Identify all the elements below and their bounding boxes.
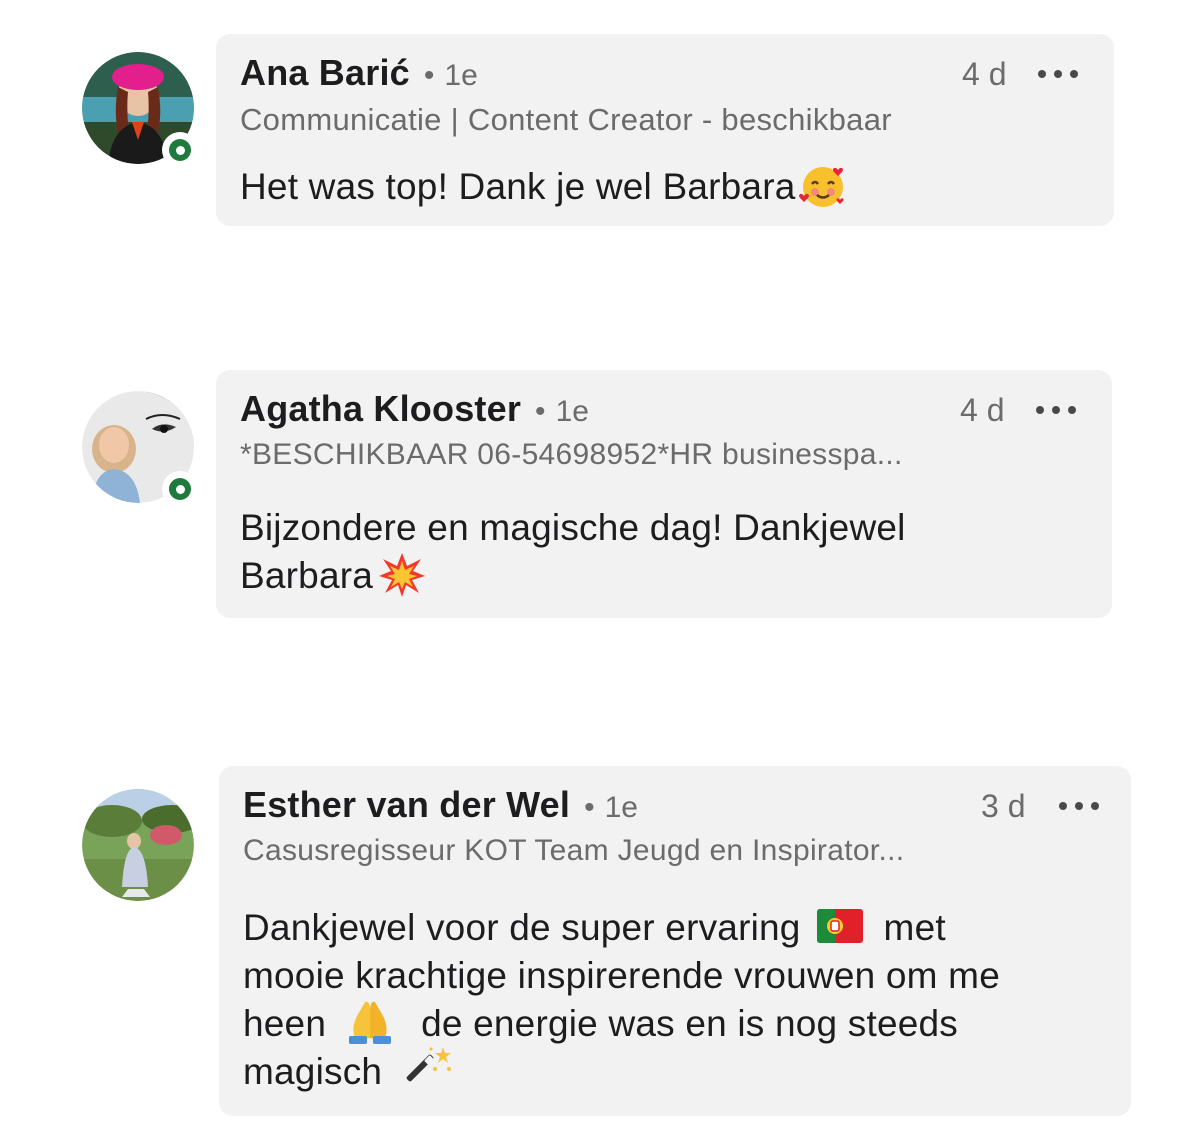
degree-value: 1e <box>604 791 638 824</box>
more-options-button[interactable] <box>1059 796 1099 816</box>
dot-icon <box>1052 406 1060 414</box>
connection-degree: • 1e <box>584 791 638 825</box>
comment-bubble: Esther van der Wel • 1e 3 d Casusregisseu… <box>219 766 1131 1116</box>
online-status-icon <box>162 471 198 507</box>
comment-text-line: Barbara <box>240 555 374 596</box>
avatar-photo-icon <box>82 789 194 901</box>
dot-icon <box>1054 70 1062 78</box>
comment-text-line-wrap: Dankjewel voor de super ervaring met <box>243 904 1000 952</box>
degree-value: 1e <box>444 59 478 92</box>
more-options-button[interactable] <box>1036 400 1076 420</box>
comment-time: 4 d <box>960 392 1005 428</box>
avatar[interactable] <box>82 391 198 507</box>
online-status-icon <box>162 132 198 168</box>
degree-separator: • <box>535 395 546 428</box>
comment-text-line: Dankjewel voor de super ervaring <box>243 907 801 948</box>
comment-bubble: Agatha Klooster • 1e 4 d *BESCHIKBAAR 06-… <box>216 370 1112 618</box>
degree-separator: • <box>423 59 435 92</box>
smiling-face-with-hearts-icon <box>798 167 844 208</box>
comment-text: Dankjewel voor de super ervaring met moo… <box>243 904 1000 1096</box>
comment-text-line: magisch <box>243 1051 383 1092</box>
dot-icon <box>1068 406 1076 414</box>
folded-hands-icon <box>348 1001 391 1045</box>
portugal-flag-icon <box>817 909 864 944</box>
avatar[interactable] <box>82 52 198 168</box>
connection-degree: • 1e <box>535 395 589 429</box>
comment-text-line-wrap: magisch <box>243 1047 1000 1096</box>
dot-icon <box>1091 802 1099 810</box>
author-headline: Communicatie | Content Creator - beschik… <box>240 102 892 137</box>
comment-text-line: met <box>883 907 946 948</box>
dot-icon <box>1075 802 1083 810</box>
more-options-button[interactable] <box>1038 64 1078 84</box>
dot-icon <box>1070 70 1078 78</box>
author-name[interactable]: Esther van der Wel <box>243 784 570 826</box>
comment-text-line: Het was top! Dank je wel Barbara <box>240 166 796 207</box>
dot-icon <box>1038 70 1046 78</box>
comment-bubble: Ana Barić • 1e 4 d Communicatie | Content… <box>216 34 1114 226</box>
author-headline: Casusregisseur KOT Team Jeugd en Inspira… <box>243 834 905 867</box>
degree-value: 1e <box>555 395 589 428</box>
comment-text-line: mooie krachtige inspirerende vrouwen om … <box>243 955 1000 996</box>
comment-text: Het was top! Dank je wel Barbara <box>240 163 848 211</box>
author-name[interactable]: Ana Barić <box>240 52 410 94</box>
collision-icon <box>379 553 426 598</box>
dot-icon <box>1059 802 1067 810</box>
comment-time: 4 d <box>962 56 1007 92</box>
comment-text-line: Bijzondere en magische dag! Dankjewel <box>240 507 906 548</box>
comment-text: Bijzondere en magische dag! Dankjewel Ba… <box>240 504 906 600</box>
dot-icon <box>1036 406 1044 414</box>
comment-text-line-wrap: Barbara <box>240 552 906 600</box>
degree-separator: • <box>584 791 595 824</box>
author-name[interactable]: Agatha Klooster <box>240 388 521 430</box>
avatar[interactable] <box>82 789 194 901</box>
author-headline: *BESCHIKBAAR 06-54698952*HR businesspa..… <box>240 438 903 471</box>
comment-text-line-wrap: heen de energie was en is nog steeds <box>243 1000 1000 1048</box>
comment-text-line: heen <box>243 1003 327 1044</box>
comment-text-line: de energie was en is nog steeds <box>421 1003 958 1044</box>
magic-wand-icon <box>406 1047 451 1082</box>
connection-degree: • 1e <box>424 59 478 93</box>
comment-time: 3 d <box>981 788 1026 824</box>
